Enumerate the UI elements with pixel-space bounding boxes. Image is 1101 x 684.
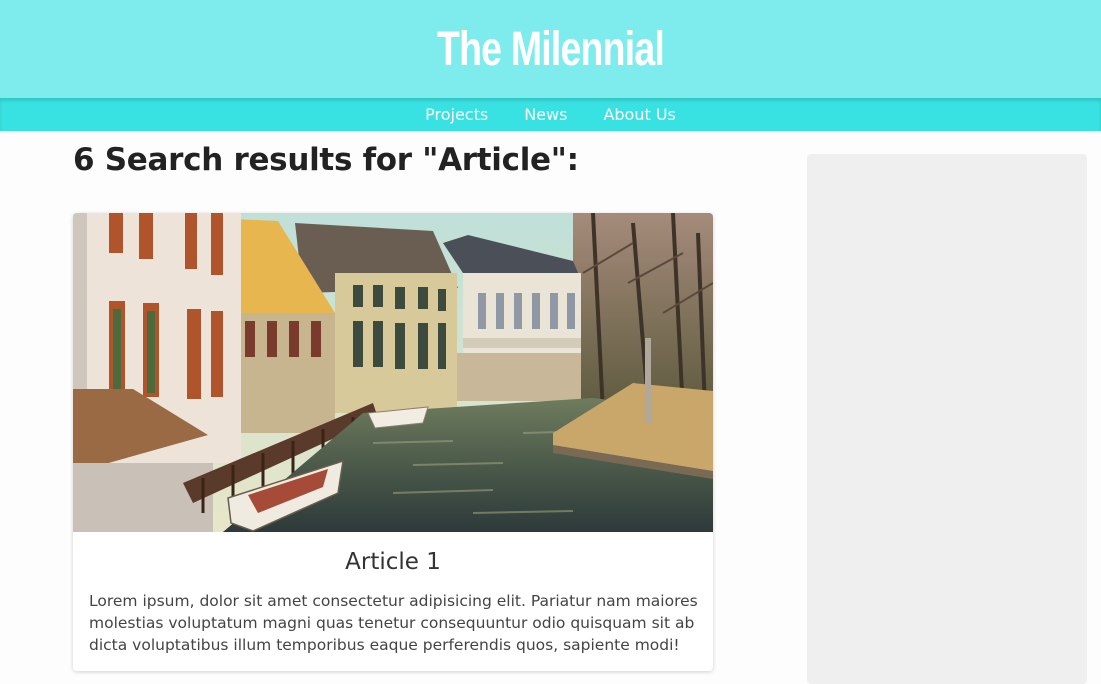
main-nav: Projects News About Us bbox=[0, 98, 1101, 131]
article-image[interactable] bbox=[73, 213, 713, 532]
article-card[interactable]: Article 1 Lorem ipsum, dolor sit amet co… bbox=[73, 213, 713, 671]
article-title[interactable]: Article 1 bbox=[73, 547, 713, 577]
nav-item-about-us[interactable]: About Us bbox=[603, 105, 675, 124]
nav-item-projects[interactable]: Projects bbox=[425, 105, 488, 124]
nav-items: Projects News About Us bbox=[0, 98, 1101, 131]
site-title[interactable]: The Milennial bbox=[121, 22, 980, 78]
sidebar bbox=[807, 154, 1087, 684]
article-excerpt: Lorem ipsum, dolor sit amet consectetur … bbox=[89, 592, 698, 654]
search-results-heading-text: 6 Search results for "Article": bbox=[73, 142, 579, 178]
nav-item-news[interactable]: News bbox=[524, 105, 567, 124]
site-header: The Milennial bbox=[0, 0, 1101, 98]
search-results-heading: 6 Search results for "Article": bbox=[73, 140, 579, 180]
